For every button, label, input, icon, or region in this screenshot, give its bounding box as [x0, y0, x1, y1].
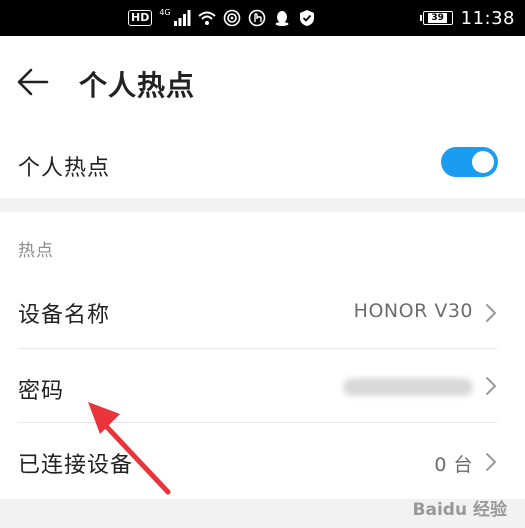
hotspot-toggle-switch[interactable]: [441, 147, 498, 177]
status-icons: HD 4G: [128, 8, 316, 28]
toggle-knob: [472, 151, 494, 173]
hotspot-icon: [223, 9, 240, 27]
wifi-icon: [197, 11, 216, 25]
qq-penguin-icon: [275, 11, 289, 26]
chevron-right-icon: [486, 304, 496, 322]
hotspot-toggle-label: 个人热点: [18, 156, 111, 181]
chevron-right-icon: [486, 377, 496, 395]
signal-icon: [173, 10, 191, 26]
connected-devices-row[interactable]: 已连接设备 0 台: [0, 423, 525, 499]
battery-level: 39: [428, 13, 447, 23]
section-divider: [0, 198, 525, 212]
clock: 11:38: [460, 7, 515, 29]
device-name-value: HONOR V30: [353, 300, 473, 322]
chevron-right-icon: [486, 453, 496, 471]
battery-icon: 39: [419, 11, 453, 25]
back-arrow-icon[interactable]: [16, 67, 50, 97]
baidu-watermark: Baidu 经验: [412, 500, 507, 520]
password-label: 密码: [18, 379, 65, 404]
app-header: 个人热点: [0, 36, 525, 130]
section-header-hotspot: 热点: [18, 241, 54, 261]
touch-app-icon: [248, 9, 265, 27]
status-bar: HD 4G 39 11:38: [0, 0, 525, 36]
shield-check-icon: [299, 10, 314, 26]
hd-icon: HD: [128, 10, 153, 26]
password-value-blurred: [343, 378, 473, 396]
connected-devices-label: 已连接设备: [18, 453, 134, 478]
page-title: 个人热点: [79, 69, 196, 102]
connected-devices-value: 0 台: [434, 454, 473, 476]
network-type: 4G: [159, 8, 171, 17]
device-name-row[interactable]: 设备名称 HONOR V30: [0, 275, 525, 349]
device-name-label: 设备名称: [18, 303, 111, 328]
